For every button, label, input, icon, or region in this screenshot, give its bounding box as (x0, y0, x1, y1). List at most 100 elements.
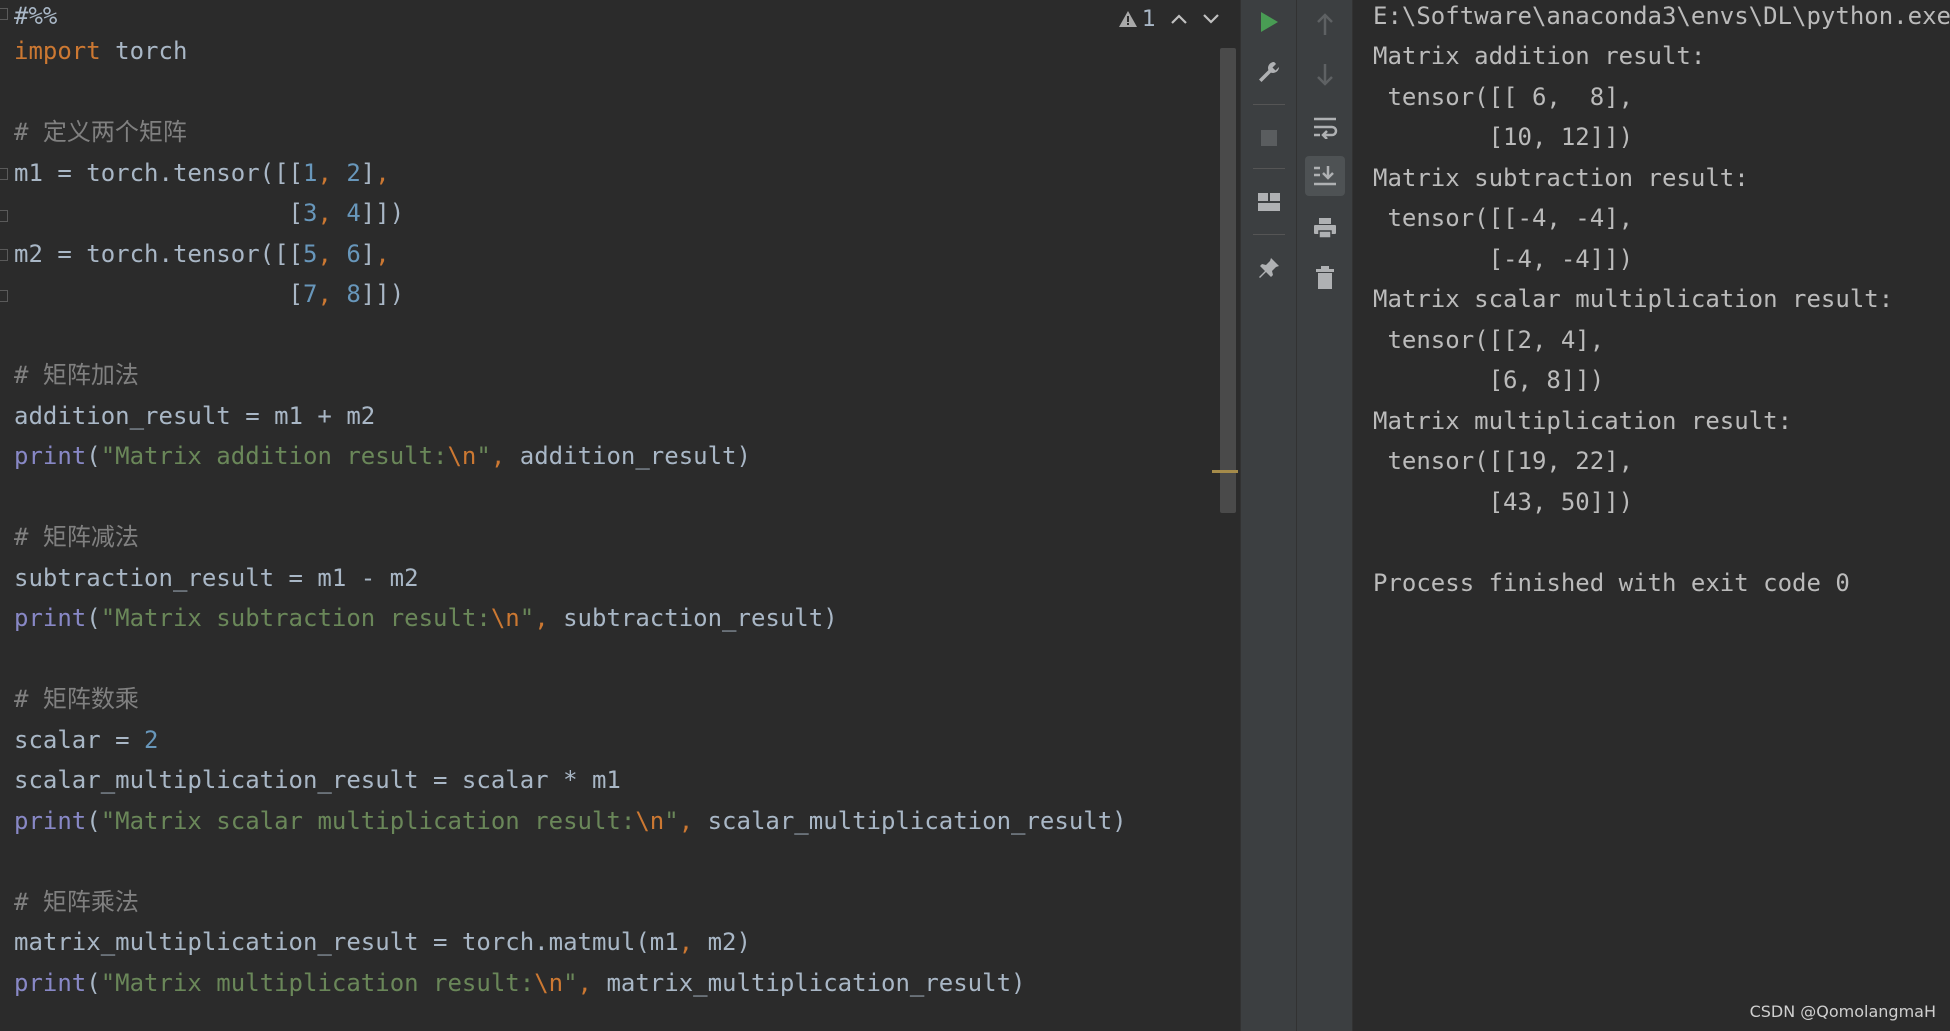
code-token: , (577, 969, 607, 997)
code-token: scalar_multiplication_result) (707, 807, 1127, 835)
console-line: tensor([[ 6, 8], (1373, 83, 1634, 111)
editor-gutter (0, 0, 8, 1031)
code-line[interactable]: subtraction_result = m1 - m2 (14, 558, 419, 598)
code-line[interactable]: scalar = 2 (14, 720, 159, 760)
code-token: " (563, 969, 578, 997)
console-line: [6, 8]]) (1373, 366, 1605, 394)
code-token: subtraction_result) (563, 604, 838, 632)
console-line: Matrix addition result: (1373, 42, 1706, 70)
code-line[interactable]: # 矩阵减法 (14, 517, 139, 557)
code-token: ] (360, 159, 376, 187)
layout-button[interactable] (1249, 182, 1289, 222)
editor-scrollbar[interactable] (1220, 48, 1236, 513)
code-line[interactable]: addition_result = m1 + m2 (14, 396, 375, 436)
code-line[interactable]: scalar_multiplication_result = scalar * … (14, 760, 621, 800)
code-token: subtraction_result = m1 - m2 (14, 564, 419, 592)
fold-marker-icon[interactable] (0, 210, 8, 222)
code-token: 7 (302, 280, 318, 308)
code-line[interactable]: print("Matrix addition result:\n", addit… (14, 436, 751, 476)
console-line: Matrix subtraction result: (1373, 164, 1749, 192)
run-toolbar-left (1240, 0, 1296, 1031)
scroll-to-end-button[interactable] (1305, 156, 1345, 196)
code-line[interactable]: # 矩阵乘法 (14, 882, 139, 922)
inspection-widget[interactable]: 1 (1118, 4, 1220, 34)
console-line: [10, 12]]) (1373, 123, 1634, 151)
code-token: addition_result) (519, 442, 751, 470)
modify-run-config-button[interactable] (1249, 52, 1289, 92)
next-occurrence-button[interactable] (1305, 55, 1345, 95)
print-button[interactable] (1305, 208, 1345, 248)
code-token: import (14, 37, 101, 65)
trash-icon (1316, 266, 1334, 289)
wrench-icon (1259, 62, 1279, 82)
code-token: ( (86, 807, 101, 835)
code-token: 2 (144, 726, 159, 754)
code-token: , (375, 240, 390, 268)
watermark: CSDN @QomolangmaH (1749, 1002, 1936, 1021)
warning-indicator[interactable]: 1 (1118, 7, 1156, 32)
stop-icon (1261, 130, 1277, 146)
code-token: print (14, 807, 87, 835)
code-token: 5 (302, 240, 318, 268)
chevron-down-icon[interactable] (1202, 13, 1220, 25)
toolbar-separator (1253, 168, 1285, 169)
run-toolbar-right (1296, 0, 1352, 1031)
code-token: print (14, 442, 87, 470)
console-line: Matrix multiplication result: (1373, 407, 1793, 435)
chevron-up-icon[interactable] (1170, 13, 1188, 25)
console-line: tensor([[2, 4], (1373, 326, 1605, 354)
code-token: \n (447, 442, 477, 470)
code-token: 6 (346, 240, 361, 268)
code-token: torch (100, 37, 188, 65)
code-token: 2 (346, 159, 361, 187)
fold-marker-icon[interactable] (0, 8, 8, 20)
code-line[interactable]: # 矩阵数乘 (14, 679, 139, 719)
code-token: ( (86, 604, 101, 632)
code-line[interactable]: m1 = torch.tensor([[1, 2], (14, 153, 390, 193)
soft-wrap-button[interactable] (1305, 107, 1345, 147)
fold-marker-icon[interactable] (0, 290, 8, 302)
print-icon (1314, 218, 1336, 239)
code-token: m2) (707, 928, 751, 956)
code-line[interactable]: m2 = torch.tensor([[5, 6], (14, 234, 390, 274)
code-line[interactable]: print("Matrix multiplication result:\n",… (14, 963, 1025, 1003)
code-token: print (14, 969, 87, 997)
code-line[interactable]: [3, 4]]) (14, 193, 405, 233)
console-line: tensor([[-4, -4], (1373, 204, 1634, 232)
code-token: ( (86, 969, 101, 997)
code-line[interactable]: # 定义两个矩阵 (14, 112, 187, 152)
toolbar-separator (1253, 104, 1285, 105)
run-icon (1261, 12, 1278, 32)
console-line: tensor([[19, 22], (1373, 447, 1634, 475)
rerun-button[interactable] (1249, 2, 1289, 42)
code-line[interactable]: [7, 8]]) (14, 274, 405, 314)
code-line[interactable]: matrix_multiplication_result = torch.mat… (14, 922, 751, 962)
code-token: , (317, 280, 347, 308)
pin-tab-button[interactable] (1249, 248, 1289, 288)
stop-button[interactable] (1249, 118, 1289, 158)
code-line[interactable]: # 矩阵加法 (14, 355, 139, 395)
fold-marker-icon[interactable] (0, 168, 8, 180)
code-token: , (534, 604, 564, 632)
code-token: #%% (14, 2, 58, 30)
scrollbar-warning-marker[interactable] (1212, 470, 1238, 473)
code-line[interactable]: print("Matrix scalar multiplication resu… (14, 801, 1127, 841)
code-token: scalar_multiplication_result = scalar * … (14, 766, 621, 794)
code-token: "Matrix scalar multiplication result: (100, 807, 636, 835)
previous-occurrence-button[interactable] (1305, 4, 1345, 44)
clear-all-button[interactable] (1305, 258, 1345, 298)
code-token: " (476, 442, 491, 470)
code-line[interactable]: import torch (14, 31, 187, 71)
run-console[interactable]: E:\Software\anaconda3\envs\DL\python.exe… (1352, 0, 1950, 1031)
pin-icon (1259, 258, 1279, 278)
code-token: # 定义两个矩阵 (14, 118, 187, 146)
console-line: [43, 50]]) (1373, 488, 1634, 516)
code-token: # 矩阵加法 (14, 361, 139, 389)
code-token: ( (86, 442, 101, 470)
code-token: " (664, 807, 679, 835)
code-line[interactable]: print("Matrix subtraction result:\n", su… (14, 598, 838, 638)
fold-marker-icon[interactable] (0, 249, 8, 261)
code-token: 1 (302, 159, 318, 187)
code-token: , (678, 928, 708, 956)
code-editor[interactable]: #%% import torch # 定义两个矩阵 m1 = torch.tensor… (0, 0, 1240, 1031)
